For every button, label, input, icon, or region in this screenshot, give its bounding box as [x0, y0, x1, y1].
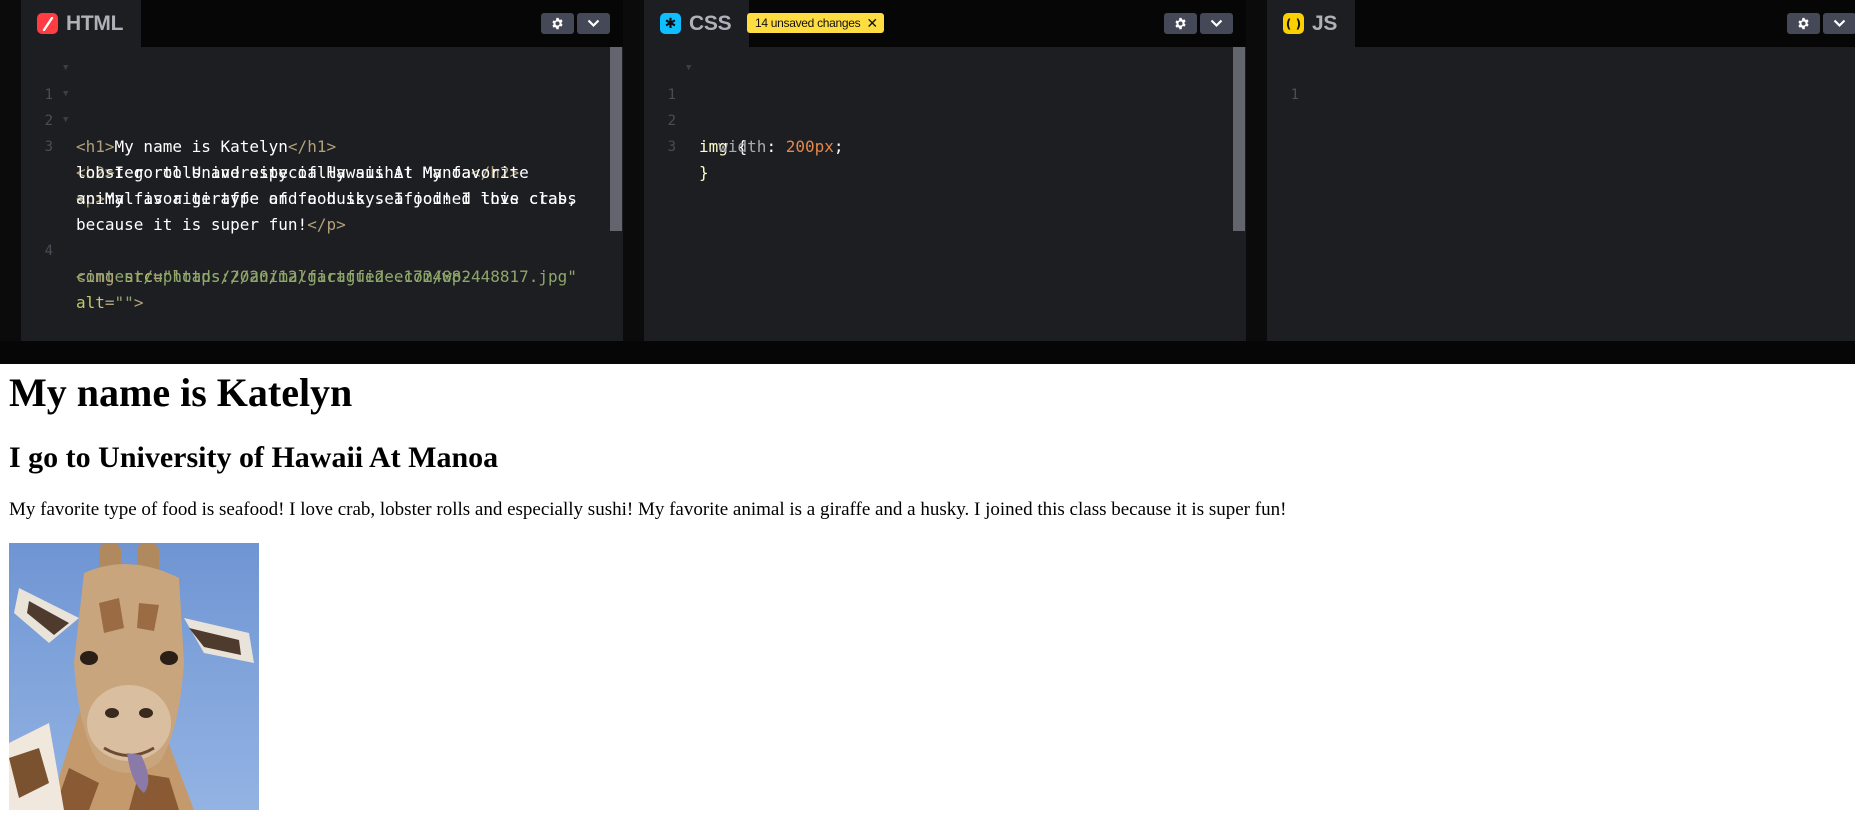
- js-icon: ( ): [1283, 13, 1304, 34]
- css-code-area[interactable]: 1 ▼ img { 2 width: 200px; 3 }: [644, 47, 1246, 341]
- html-editor: HTML 1 ▼ <h1>My name is Katelyn</h1> 2 ▼…: [0, 0, 623, 341]
- js-code-area[interactable]: 1: [1267, 47, 1855, 341]
- code-line-wrap: because it is super fun!</p>: [21, 186, 346, 234]
- code-line: 1 ▼ <h1>My name is Katelyn</h1>: [21, 55, 337, 156]
- code-line-wrap: animal is a giraffe and a husky. I joine…: [21, 160, 577, 208]
- editor-panels: HTML 1 ▼ <h1>My name is Katelyn</h1> 2 ▼…: [0, 0, 1855, 341]
- unsaved-changes-label: 14 unsaved changes: [755, 16, 861, 30]
- code-line-wrap: lobster rolls and especially sushi! My f…: [21, 134, 529, 182]
- code-token: animal is a giraffe and a husky. I joine…: [76, 189, 577, 208]
- code-line: 2 width: 200px;: [644, 82, 844, 156]
- css-editor-resize-strip[interactable]: [623, 0, 644, 341]
- fold-arrow-icon[interactable]: ▼: [63, 55, 68, 81]
- code-line-wrap: alt="">: [21, 264, 143, 312]
- code-token: }: [699, 163, 709, 182]
- css-tab-label: CSS: [689, 11, 732, 35]
- result-preview: My name is Katelyn I go to University of…: [0, 364, 1855, 823]
- html-code-area[interactable]: 1 ▼ <h1>My name is Katelyn</h1> 2 ▼ <h2>…: [21, 47, 623, 341]
- line-number: 1: [1290, 87, 1299, 103]
- unsaved-changes-badge[interactable]: 14 unsaved changes ✕: [747, 13, 884, 33]
- css-settings-button[interactable]: [1164, 13, 1197, 34]
- html-editor-resize-strip[interactable]: [0, 0, 21, 341]
- css-icon: ✱: [660, 13, 681, 34]
- html-icon: [37, 13, 58, 34]
- fold-arrow-icon[interactable]: ▼: [63, 81, 68, 107]
- chevron-down-icon: [1210, 19, 1223, 28]
- code-line: 4 <img src="https://animalfactguide.com/…: [21, 212, 471, 286]
- chevron-down-icon: [587, 19, 600, 28]
- fold-arrow-icon[interactable]: ▼: [63, 107, 68, 133]
- html-editor-tab[interactable]: HTML: [21, 0, 142, 47]
- js-settings-button[interactable]: [1787, 13, 1820, 34]
- js-tab-label: JS: [1312, 11, 1338, 35]
- code-token: lobster rolls and especially sushi! My f…: [76, 163, 529, 182]
- preview-resize-bar[interactable]: [0, 341, 1855, 364]
- code-token: 200px: [785, 137, 834, 156]
- html-tab-label: HTML: [66, 11, 124, 35]
- code-token: My name is Katelyn: [114, 137, 288, 156]
- html-scrollbar[interactable]: [610, 47, 622, 231]
- js-editor: ( ) JS 1: [1246, 0, 1855, 341]
- code-token: ;: [833, 137, 844, 156]
- code-token: alt: [76, 293, 105, 312]
- line-number: 3: [667, 139, 676, 155]
- preview-paragraph: My favorite type of food is seafood! I l…: [9, 499, 1287, 520]
- css-scrollbar[interactable]: [1233, 47, 1245, 231]
- code-line: 1 ▼ img {: [644, 55, 748, 156]
- code-token: </p>: [307, 215, 346, 234]
- chevron-down-icon: [1833, 19, 1846, 28]
- code-line: 2 ▼ <h2>I go to University of Hawaii At …: [21, 81, 520, 182]
- code-line-wrap: content/uploads/2020/12/giraffe2-e172488…: [21, 238, 577, 286]
- js-editor-tab[interactable]: ( ) JS: [1267, 0, 1356, 47]
- close-icon[interactable]: ✕: [866, 16, 878, 30]
- code-token: content/uploads/2020/12/giraffe2-e172488…: [76, 267, 577, 286]
- preview-heading-1: My name is Katelyn: [9, 370, 353, 415]
- js-editor-resize-strip[interactable]: [1246, 0, 1267, 341]
- html-settings-button[interactable]: [541, 13, 574, 34]
- giraffe-image: [9, 543, 259, 810]
- gear-icon: [1798, 17, 1809, 30]
- code-token: >: [133, 293, 144, 312]
- js-menu-button[interactable]: [1823, 13, 1855, 34]
- css-menu-button[interactable]: [1200, 13, 1233, 34]
- css-editor: ✱ CSS 14 unsaved changes ✕ 1 ▼ img { 2 w…: [623, 0, 1246, 341]
- html-menu-button[interactable]: [577, 13, 610, 34]
- code-token: </h1>: [287, 137, 337, 156]
- fold-arrow-icon[interactable]: ▼: [686, 55, 691, 81]
- code-token: "": [114, 293, 134, 312]
- gear-icon: [552, 17, 563, 30]
- code-line: 1: [1267, 56, 1363, 103]
- code-line: 3 ▼ <p>My favorite type of food is seafo…: [21, 107, 577, 208]
- code-token: =: [104, 293, 115, 312]
- code-line: 3 }: [644, 108, 740, 182]
- gear-icon: [1175, 17, 1186, 30]
- code-token: :: [766, 137, 777, 156]
- preview-heading-2: I go to University of Hawaii At Manoa: [9, 441, 499, 474]
- css-editor-tab[interactable]: ✱ CSS: [644, 0, 750, 47]
